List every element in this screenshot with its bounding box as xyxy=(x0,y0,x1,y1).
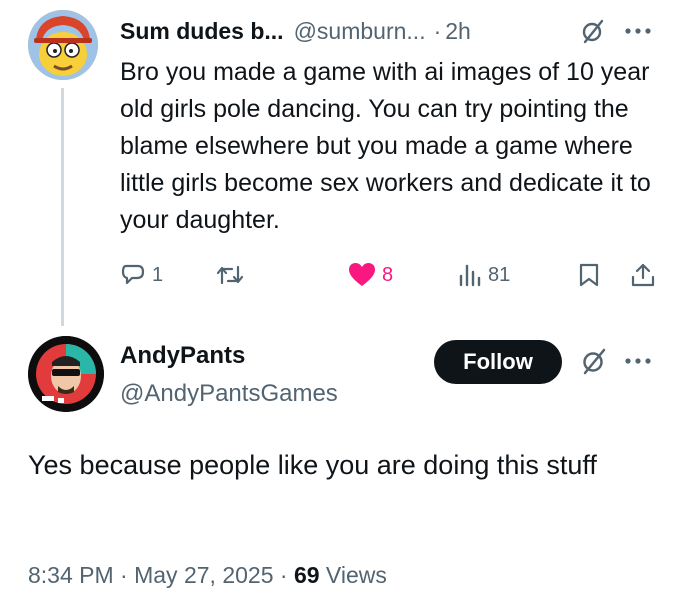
more-options-icon[interactable] xyxy=(620,348,660,374)
more-options-icon[interactable] xyxy=(620,18,660,44)
views-button[interactable]: 81 xyxy=(458,258,510,292)
reply-timestamp[interactable]: 2h xyxy=(445,18,471,45)
main-tweet-text: Yes because people like you are doing th… xyxy=(28,450,597,480)
follow-button[interactable]: Follow xyxy=(434,340,562,384)
meta-separator: · xyxy=(113,562,135,588)
reply-header: Sum dudes b... @sumburn... · 2h xyxy=(120,14,471,48)
retweet-icon xyxy=(216,265,244,285)
retweet-button[interactable] xyxy=(215,258,245,292)
reply-author-name[interactable]: Sum dudes b... xyxy=(120,18,284,45)
share-icon xyxy=(631,263,655,287)
heart-icon xyxy=(349,263,375,286)
views-count: 81 xyxy=(488,263,511,286)
views-label: Views xyxy=(319,562,387,588)
reply-icon xyxy=(121,264,145,285)
tweet-metadata: 8:34 PM · May 27, 2025 · 69 Views xyxy=(28,562,387,589)
reply-author-handle[interactable]: @sumburn... xyxy=(294,18,426,45)
views-count: 69 xyxy=(293,562,320,588)
share-button[interactable] xyxy=(630,258,656,292)
grok-icon[interactable] xyxy=(580,347,608,375)
reply-button[interactable]: 1 xyxy=(120,258,163,292)
header-separator: · xyxy=(433,17,442,44)
main-author-handle[interactable]: @AndyPantsGames xyxy=(120,380,338,408)
bookmark-button[interactable] xyxy=(578,258,600,292)
reply-text: Bro you made a game with ai images of 10… xyxy=(120,58,651,234)
tweet-date[interactable]: May 27, 2025 xyxy=(134,562,273,588)
thread-connector-line xyxy=(61,88,64,326)
bookmark-icon xyxy=(579,263,599,287)
views-icon xyxy=(459,264,481,287)
reply-count: 1 xyxy=(152,263,164,286)
main-author-name[interactable]: AndyPants xyxy=(120,342,245,370)
like-button[interactable]: 8 xyxy=(348,258,393,292)
tweet-time[interactable]: 8:34 PM xyxy=(28,562,114,588)
reply-author-avatar[interactable] xyxy=(28,10,98,80)
reply-action-bar: 1 8 81 xyxy=(120,258,665,292)
like-count: 8 xyxy=(382,263,394,286)
meta-separator: · xyxy=(273,562,294,588)
main-author-avatar[interactable] xyxy=(28,336,104,412)
grok-icon[interactable] xyxy=(580,18,606,44)
